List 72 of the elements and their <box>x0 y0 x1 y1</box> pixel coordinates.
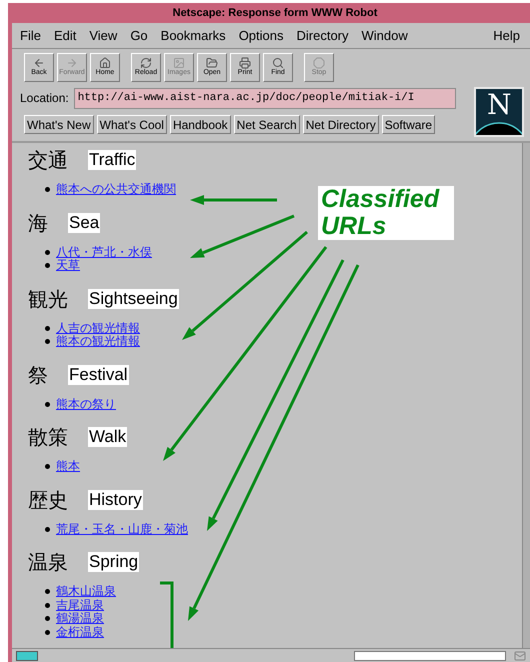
directory-button[interactable]: Net Directory <box>302 114 379 134</box>
bullet-icon <box>45 339 50 344</box>
link[interactable]: 吉尾温泉 <box>56 598 104 612</box>
link[interactable]: 熊本の観光情報 <box>56 335 140 348</box>
section-label: Festival <box>68 364 129 384</box>
window-title: Netscape: Response form WWW Robot <box>172 6 378 21</box>
section-label: History <box>88 490 143 510</box>
link[interactable]: 人吉の観光情報 <box>56 322 140 335</box>
security-key-icon <box>16 650 38 660</box>
section-heading: 観光 <box>28 286 68 312</box>
link[interactable]: 金桁温泉 <box>56 626 104 639</box>
section-heading: 海 <box>28 210 48 236</box>
menu-item[interactable]: Help <box>493 26 520 46</box>
bracket-line <box>160 582 174 648</box>
location-label: Location: <box>20 90 69 107</box>
annotation-label: Classified URLs <box>318 186 454 240</box>
section-label: Traffic <box>88 150 136 170</box>
link[interactable]: 天草 <box>56 259 80 272</box>
directory-button[interactable]: Handbook <box>170 114 231 134</box>
stop-icon <box>313 57 325 69</box>
back-arrow-icon <box>33 57 45 69</box>
section-label: Walk <box>88 427 128 447</box>
menu-item[interactable]: File <box>20 26 41 46</box>
section-heading: 温泉 <box>28 549 68 576</box>
planet-horizon-icon <box>476 122 522 135</box>
directory-button[interactable]: Net Search <box>234 114 300 134</box>
link[interactable]: 熊本への公共交通機関 <box>56 183 176 196</box>
bullet-icon <box>45 616 50 622</box>
menu-item[interactable]: Bookmarks <box>160 26 226 46</box>
directory-button[interactable]: Software <box>382 114 436 134</box>
bullet-icon <box>45 464 50 470</box>
section-heading: 歴史 <box>28 486 68 514</box>
menu-item[interactable]: Edit <box>54 26 76 46</box>
bullet-icon <box>45 250 50 255</box>
directory-button[interactable]: What's Cool <box>96 114 167 134</box>
bullet-icon <box>45 187 50 192</box>
house-icon <box>99 57 111 69</box>
netscape-logo[interactable]: N <box>474 87 524 137</box>
menu-item[interactable]: Window <box>362 26 408 46</box>
bullet-icon <box>45 589 50 594</box>
bullet-icon <box>45 526 50 532</box>
link[interactable]: 鶴湯温泉 <box>56 612 104 626</box>
directory-button[interactable]: What's New <box>24 114 94 134</box>
bullet-icon <box>45 326 50 331</box>
section-heading: 祭 <box>28 362 48 388</box>
link[interactable]: 八代・芦北・水俣 <box>56 246 152 259</box>
link[interactable]: 鶴木山温泉 <box>56 585 116 598</box>
logo-letter: N <box>487 90 512 120</box>
forward-arrow-icon <box>66 57 78 69</box>
bullet-icon <box>45 263 50 268</box>
image-icon <box>173 57 185 69</box>
bullet-icon <box>45 402 50 407</box>
mail-icon[interactable] <box>514 650 526 662</box>
search-icon <box>272 57 284 69</box>
section-label: Sightseeing <box>88 288 179 308</box>
section-label: Sea <box>68 212 100 232</box>
menu-item[interactable]: Options <box>238 26 284 46</box>
section-heading: 散策 <box>28 424 68 451</box>
link[interactable]: 荒尾・玉名・山鹿・菊池 <box>56 522 188 536</box>
section-label: Spring <box>88 552 140 572</box>
bullet-icon <box>45 630 50 635</box>
bullet-icon <box>45 602 50 608</box>
link[interactable]: 熊本 <box>56 460 80 474</box>
printer-icon <box>239 57 251 69</box>
link[interactable]: 熊本の祭り <box>56 398 116 411</box>
menu-item[interactable]: Directory <box>296 26 349 46</box>
location-field[interactable]: http://ai-www.aist-nara.ac.jp/doc/people/mitiak-i/I <box>74 88 456 108</box>
folder-icon <box>206 57 218 69</box>
menu-item[interactable]: Go <box>130 26 148 46</box>
reload-icon <box>140 57 152 69</box>
menu-item[interactable]: View <box>89 26 118 46</box>
section-heading: 交通 <box>28 147 68 174</box>
